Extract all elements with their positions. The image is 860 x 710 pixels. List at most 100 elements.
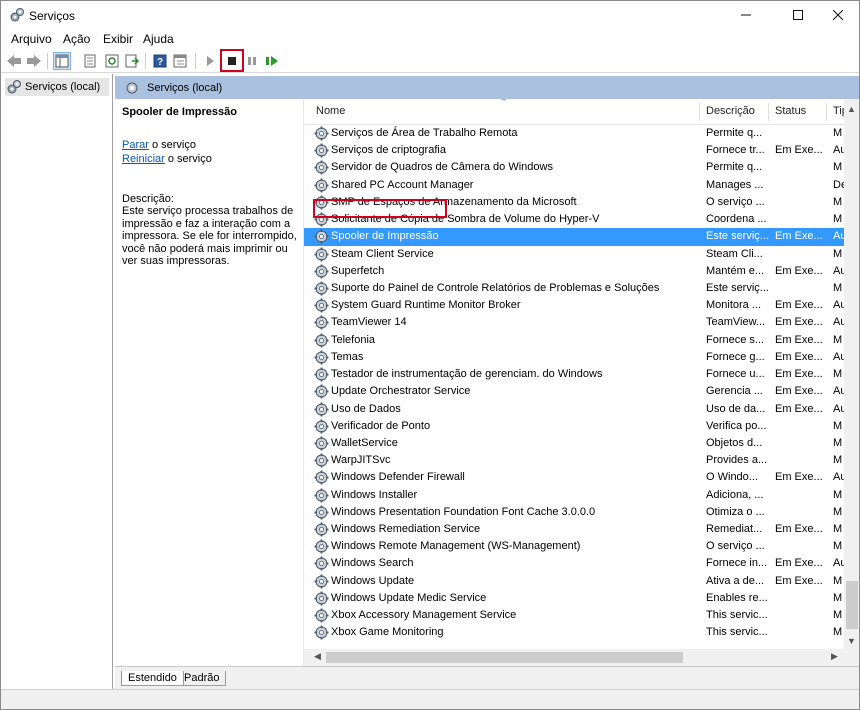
pause-service-button[interactable] — [243, 52, 261, 70]
menu-acao[interactable]: Ação — [63, 32, 90, 46]
back-button[interactable] — [5, 52, 23, 70]
table-row[interactable]: Servidor de Quadros de Câmera do Windows… — [304, 159, 844, 176]
gear-icon — [314, 384, 329, 399]
table-row[interactable]: Serviços de criptografia Fornece tr... Em … — [304, 142, 845, 159]
table-row[interactable]: Steam Client Service Steam Cli... M — [304, 246, 844, 263]
vertical-scrollbar[interactable]: ▲ ▼ — [844, 99, 859, 649]
gear-icon — [314, 539, 329, 554]
forward-button[interactable] — [25, 52, 43, 70]
table-row[interactable]: Serviços de Área de Trabalho Remota Permi… — [304, 125, 844, 142]
scrollbar-corner — [844, 649, 859, 666]
service-status: Em Exe... — [775, 350, 823, 363]
service-name: TeamViewer 14 — [331, 316, 407, 329]
gear-icon — [314, 160, 329, 175]
table-row[interactable]: TeamViewer 14TeamView...Em Exe...Au — [304, 314, 845, 331]
export-button[interactable] — [123, 52, 141, 70]
service-name: Windows Remediation Service — [331, 523, 481, 536]
gear-icon — [314, 178, 329, 193]
table-row[interactable]: WalletService Objetos d... M — [304, 435, 844, 452]
gear-icon — [314, 591, 329, 606]
service-description: Uso de da... — [706, 402, 766, 415]
service-description: Mantém e... — [706, 264, 765, 277]
table-row[interactable]: TemasFornece g...Em Exe...Au — [304, 349, 845, 366]
view-tabs: Estendido Padrão — [115, 666, 859, 689]
service-name: Serviços de Área de Trabalho Remota — [331, 127, 518, 139]
gear-icon — [314, 488, 329, 503]
window-title: Serviços — [29, 9, 76, 23]
table-row[interactable]: Verificador de Ponto Verifica po... M — [304, 418, 844, 435]
view-button[interactable] — [171, 52, 189, 70]
view-icon — [173, 54, 187, 68]
column-header-name[interactable]: Nome — [316, 105, 345, 117]
table-row[interactable]: Windows Presentation Foundation Font Cac… — [304, 504, 844, 521]
console-tree-button[interactable] — [53, 52, 71, 70]
forward-arrow-icon — [27, 55, 41, 67]
table-row[interactable]: System Guard Runtime Monitor Broker Monit… — [304, 297, 845, 314]
service-description: Steam Cli... — [706, 247, 763, 260]
horizontal-scroll-thumb[interactable] — [326, 652, 683, 663]
scroll-down-icon[interactable]: ▼ — [847, 636, 856, 646]
restart-service-link[interactable]: Reiniciar — [122, 153, 165, 165]
restart-service-button[interactable] — [263, 52, 281, 70]
start-service-button[interactable] — [201, 52, 219, 70]
minimize-button[interactable] — [723, 1, 769, 29]
service-name: Update Orchestrator Service — [331, 385, 471, 398]
console-tree: Serviços (local) — [1, 74, 113, 689]
column-header-description[interactable]: Descrição — [706, 105, 755, 117]
column-header-status[interactable]: Status — [775, 105, 806, 117]
service-description: This servic... — [706, 609, 768, 622]
gear-icon — [314, 608, 329, 623]
toolbar-separator — [47, 53, 48, 69]
table-row[interactable]: Suporte do Painel de Controle Relatórios… — [304, 280, 844, 297]
service-name: Temas — [331, 350, 364, 363]
tab-estendido[interactable]: Estendido — [121, 671, 184, 686]
table-row[interactable]: Windows Installer Adiciona, ... M — [304, 487, 844, 504]
service-status: Em Exe... — [775, 523, 823, 536]
menu-ajuda[interactable]: Ajuda — [143, 32, 174, 46]
properties-button[interactable] — [81, 52, 99, 70]
gear-icon — [314, 402, 329, 416]
table-row[interactable]: Shared PC Account ManagerManages ...De — [304, 177, 845, 194]
close-button[interactable] — [815, 1, 860, 29]
table-row[interactable]: WarpJITSvc Provides a... M — [304, 452, 844, 469]
service-description: Fornece s... — [706, 333, 765, 346]
table-row[interactable]: Windows Remediation Service Remediat... Em… — [304, 521, 844, 538]
table-row[interactable]: Windows Update Ativa a de... Em Exe... M — [304, 573, 844, 590]
service-description: Gerencia ... — [706, 385, 763, 398]
table-row[interactable]: Xbox Game Monitoring This servic... M — [304, 624, 844, 641]
stop-service-link[interactable]: Parar — [122, 139, 149, 151]
table-row[interactable]: Spooler de Impressão Este serviç... Em Exe… — [304, 228, 845, 246]
tab-padrao[interactable]: Padrão — [178, 671, 227, 686]
service-description: Ativa a de... — [706, 574, 765, 587]
table-row[interactable]: Xbox Accessory Management Service This se… — [304, 607, 844, 624]
table-row[interactable]: SuperfetchMantém e...Em Exe...Au — [304, 263, 845, 280]
scroll-right-icon[interactable]: ▶ — [831, 651, 838, 662]
tree-item-services-local[interactable]: Serviços (local) — [5, 78, 109, 96]
table-row[interactable]: Windows Update Medic Service Enables re..… — [304, 590, 844, 607]
table-row[interactable]: Telefonia Fornece s... Em Exe... M — [304, 332, 844, 349]
menu-exibir[interactable]: Exibir — [103, 32, 133, 46]
service-name: Xbox Accessory Management Service — [331, 609, 517, 622]
table-row[interactable]: Windows Remote Management (WS-Management… — [304, 538, 844, 555]
refresh-button[interactable] — [103, 52, 121, 70]
table-row[interactable]: Windows SearchFornece in...Em Exe...Au — [304, 555, 845, 572]
table-row[interactable]: Windows Defender Firewall O Windo... Em Ex… — [304, 469, 845, 486]
service-description: Fornece tr... — [706, 144, 765, 157]
scroll-up-icon[interactable]: ▲ — [847, 104, 856, 114]
scroll-left-icon[interactable]: ◀ — [314, 651, 321, 662]
table-row[interactable]: Update Orchestrator Service Gerencia ... E… — [304, 383, 845, 400]
help-button[interactable]: ? — [151, 52, 169, 70]
vertical-scroll-thumb[interactable] — [846, 581, 858, 629]
gear-icon — [314, 264, 329, 279]
console-tree-icon — [55, 54, 69, 68]
service-description: Permite q... — [706, 161, 763, 174]
action-links: Parar o serviço Reiniciar o serviço — [122, 138, 303, 166]
service-name: Windows Search — [331, 557, 414, 570]
table-row[interactable]: Uso de DadosUso de da...Em Exe...Au — [304, 401, 845, 418]
refresh-icon — [105, 54, 119, 68]
service-status: Em Exe... — [775, 368, 823, 381]
table-row[interactable]: Testador de instrumentação de gerenciam.… — [304, 366, 844, 383]
service-status: Em Exe... — [775, 264, 823, 277]
menu-arquivo[interactable]: Arquivo — [11, 32, 52, 46]
horizontal-scrollbar[interactable]: ◀ ▶ — [304, 649, 844, 666]
